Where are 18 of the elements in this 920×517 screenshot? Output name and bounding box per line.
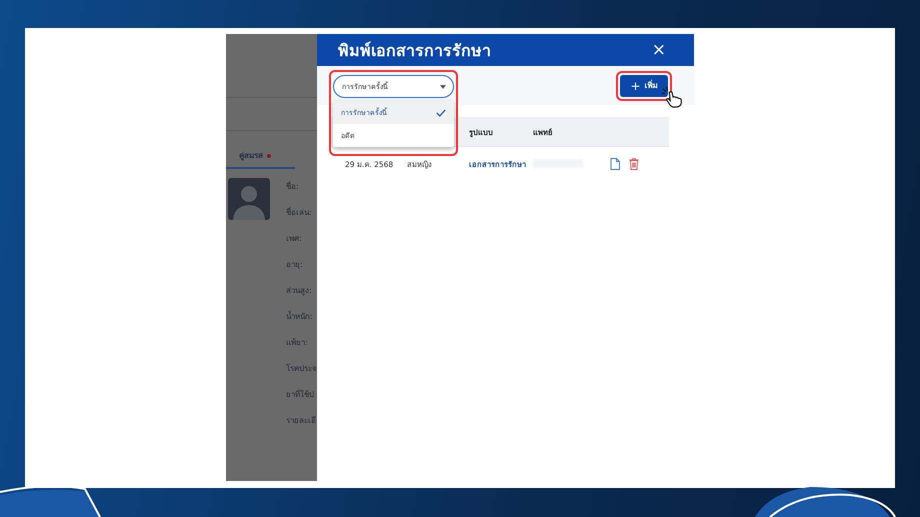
field-label: ชื่อเล่น: (286, 206, 313, 219)
dialog-title: พิมพ์เอกสารการรักษา (338, 40, 491, 62)
field-label: ยาที่ใช้ป (286, 388, 315, 401)
field-label: รายละเอี (286, 415, 317, 427)
field-label: โรคประจ (286, 362, 317, 375)
checkmark-icon (436, 108, 446, 116)
field-label: ชื่อ: (286, 180, 300, 193)
document-icon[interactable] (610, 158, 620, 170)
close-button[interactable]: × (652, 42, 666, 58)
field-label: แพ้ยา: (286, 337, 309, 349)
field-label: ส่วนสูง: (286, 285, 313, 297)
trash-icon[interactable] (629, 158, 639, 170)
add-button[interactable]: + เพิ่ม (620, 74, 668, 96)
field-label: อายุ: (286, 259, 304, 271)
avatar-silhouette-icon (228, 178, 270, 220)
field-label: เพศ: (286, 233, 303, 245)
caret-icon (440, 84, 446, 88)
field-label: น้ำหนัก: (286, 310, 314, 323)
